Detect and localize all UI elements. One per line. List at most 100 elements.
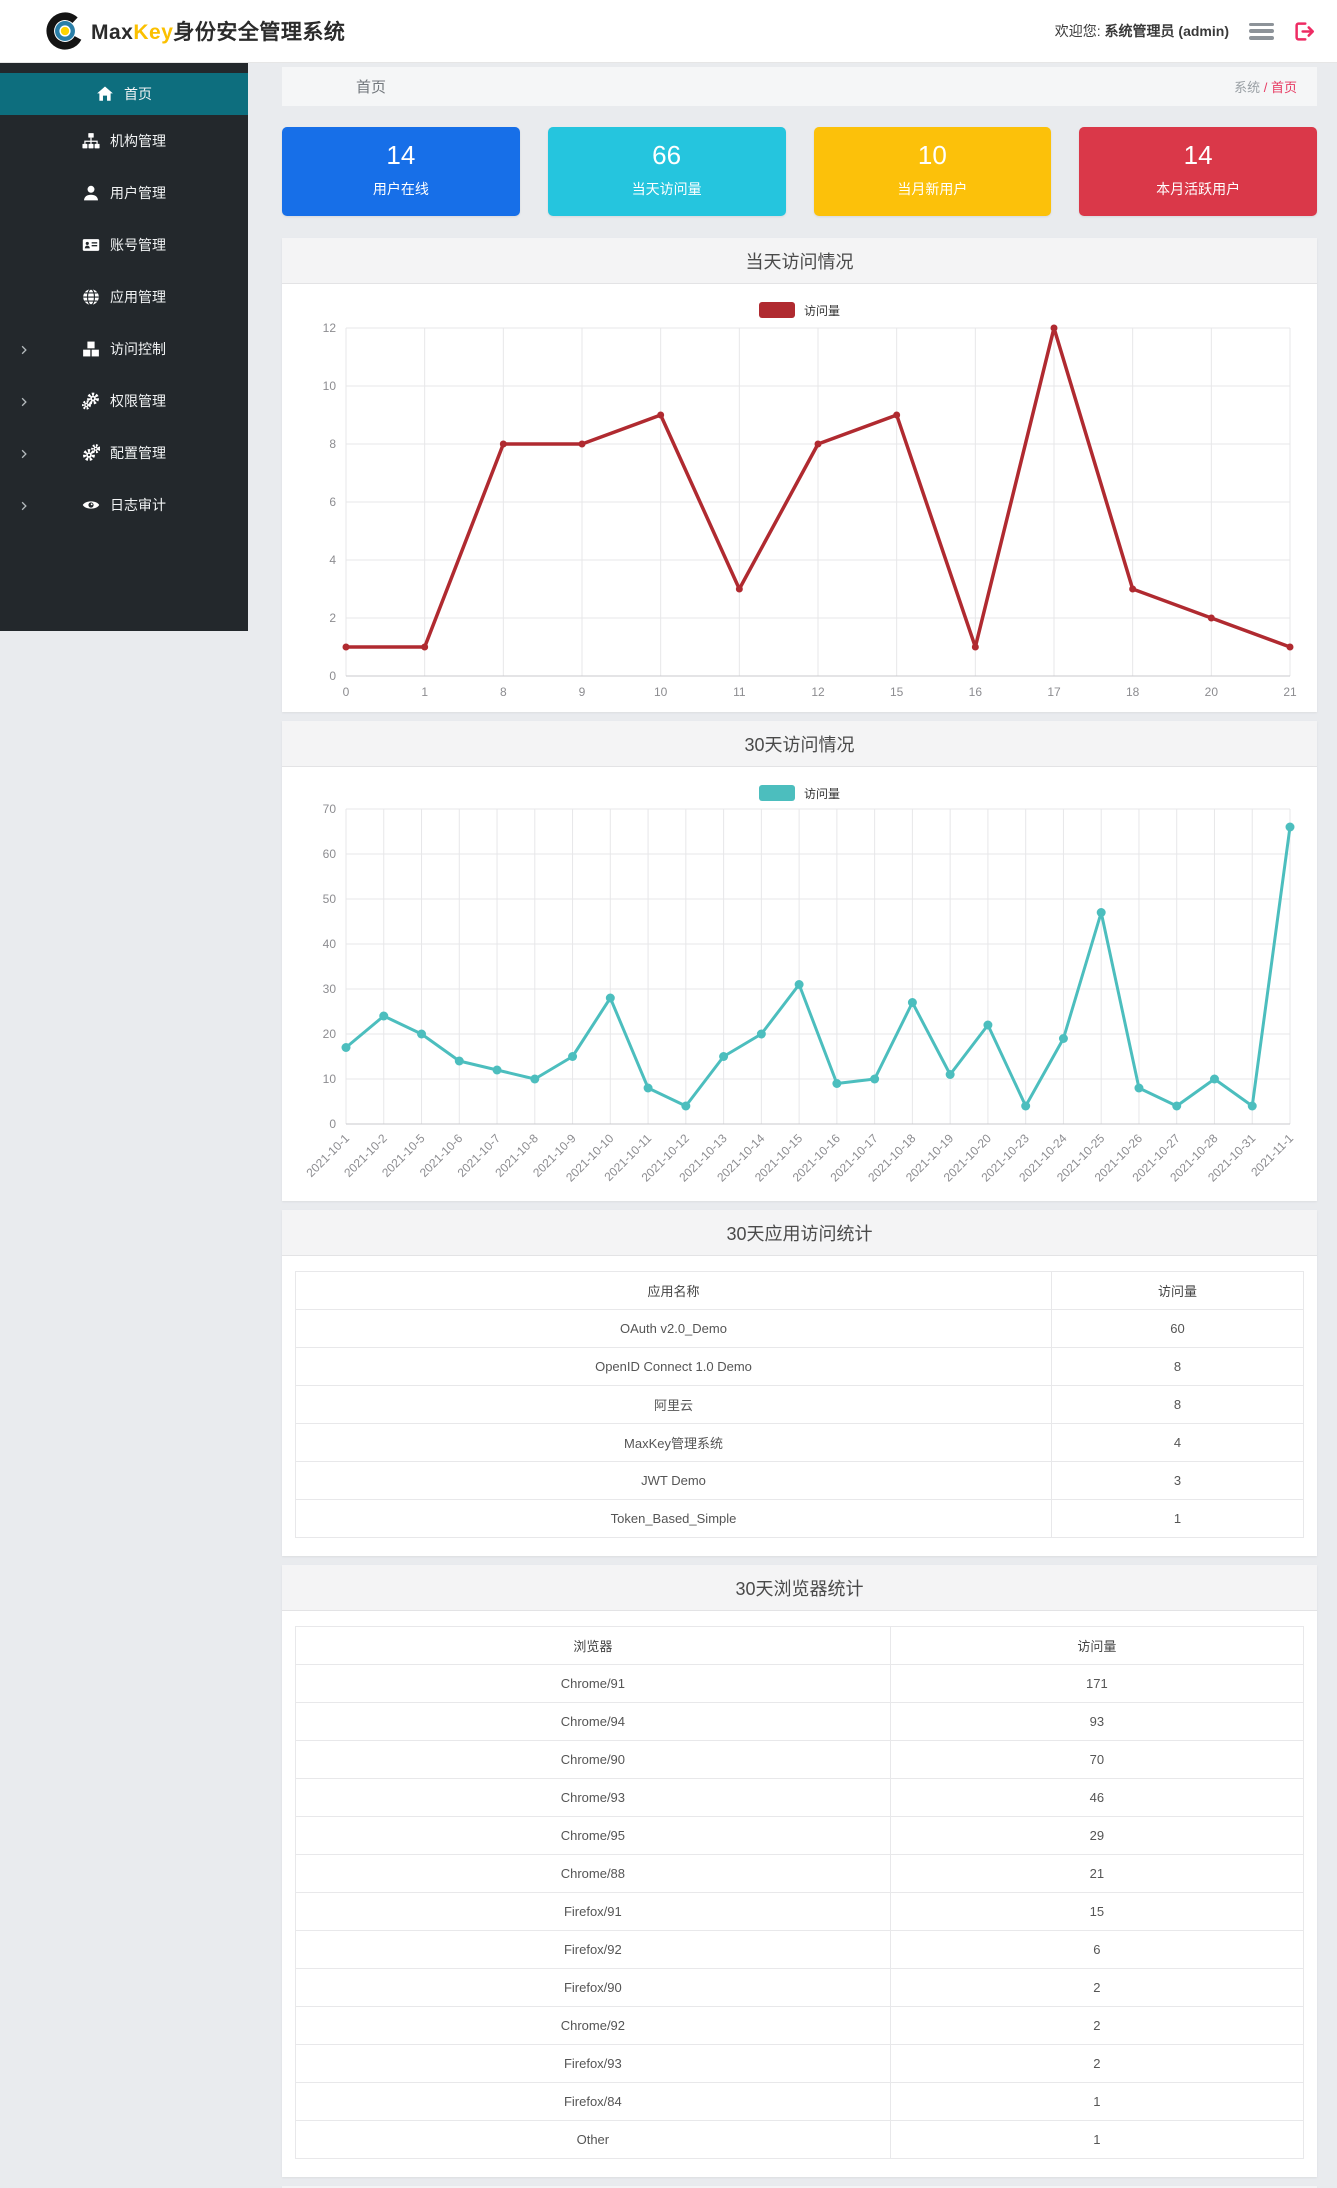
sidebar-item-label: 用户管理 bbox=[110, 185, 166, 201]
stat-card: 66 当天访问量 bbox=[547, 127, 786, 216]
svg-text:6: 6 bbox=[329, 495, 336, 509]
stat-card-value: 14 bbox=[386, 140, 416, 170]
table-cell: Chrome/94 bbox=[295, 1702, 891, 1741]
svg-text:10: 10 bbox=[654, 685, 668, 699]
table-cell: 15 bbox=[889, 1892, 1305, 1931]
stat-card-label: 本月活跃用户 bbox=[1156, 181, 1241, 197]
table-row: Chrome/95 29 bbox=[295, 1816, 1305, 1855]
stat-card: 10 当月新用户 bbox=[813, 127, 1052, 216]
panel-title: 30天应用访问统计 bbox=[282, 1210, 1317, 1256]
table-cell: OpenID Connect 1.0 Demo bbox=[295, 1347, 1052, 1386]
table-cell: Other bbox=[295, 2120, 891, 2159]
table-cell: Chrome/91 bbox=[295, 1664, 891, 1703]
table-cell: Chrome/92 bbox=[295, 2006, 891, 2045]
cubes-icon bbox=[82, 340, 100, 358]
chevron-right-icon bbox=[18, 395, 30, 407]
table-cell: 4 bbox=[1051, 1423, 1304, 1462]
table-cell: 8 bbox=[1051, 1385, 1304, 1424]
table-cell: 60 bbox=[1051, 1309, 1304, 1348]
sidebar-item-label: 应用管理 bbox=[110, 289, 166, 305]
table-cell: 1 bbox=[1051, 1499, 1304, 1538]
legend-swatch bbox=[758, 302, 795, 318]
table-row: Other 1 bbox=[295, 2120, 1305, 2159]
stat-cards-row: 14 用户在线 66 当天访问量 10 当月新用户 14 本月活跃用户 bbox=[282, 127, 1317, 216]
svg-text:17: 17 bbox=[1047, 685, 1061, 699]
sidebar-item-日志审计[interactable]: 日志审计 bbox=[0, 479, 248, 531]
sidebar-item-label: 日志审计 bbox=[110, 497, 166, 513]
table-cell: 阿里云 bbox=[295, 1385, 1052, 1424]
today-visits-line-chart: 0246810120 1 8 9 10 11 12 15 16 17 18 20 21 bbox=[323, 321, 1297, 699]
table-row: JWT Demo 3 bbox=[295, 1461, 1304, 1500]
table-cell: 93 bbox=[889, 1702, 1305, 1741]
maxkey-logo-icon bbox=[46, 12, 84, 50]
sidebar-item-权限管理[interactable]: 权限管理 bbox=[0, 375, 248, 427]
sidebar-item-应用管理[interactable]: 应用管理 bbox=[0, 271, 248, 323]
top-header: MaxKey身份安全管理系统 欢迎您: 系统管理员 (admin) bbox=[0, 0, 1337, 63]
sidebar-item-用户管理[interactable]: 用户管理 bbox=[0, 167, 248, 219]
sidebar-item-首页[interactable]: 首页 bbox=[0, 73, 248, 115]
svg-text:40: 40 bbox=[323, 937, 337, 951]
sidebar-item-机构管理[interactable]: 机构管理 bbox=[0, 115, 248, 167]
gears-icon bbox=[82, 444, 100, 462]
content-area: 首页 系统 / 首页 14 用户在线 66 当天访问量 10 当月新用户 14 … bbox=[248, 63, 1337, 2188]
menu-toggle-icon[interactable] bbox=[1249, 22, 1274, 40]
svg-text:16: 16 bbox=[969, 685, 983, 699]
svg-text:0: 0 bbox=[329, 669, 336, 683]
column-header: 访问量 bbox=[889, 1626, 1305, 1665]
page-title: 首页 bbox=[356, 79, 387, 96]
column-header: 访问量 bbox=[1051, 1271, 1304, 1310]
legend-label: 访问量 bbox=[803, 303, 840, 318]
app-logo[interactable]: MaxKey身份安全管理系统 bbox=[46, 12, 345, 50]
svg-text:70: 70 bbox=[323, 803, 337, 816]
table-row: Chrome/90 70 bbox=[295, 1740, 1305, 1779]
panel-30day-visits: 30天访问情况 访问量 0 10 20 30 40 50 60 70 2021-10-1 2021… bbox=[282, 721, 1317, 1201]
table-row: Firefox/84 1 bbox=[295, 2082, 1305, 2121]
table-cell: 1 bbox=[889, 2082, 1305, 2121]
stat-card-value: 66 bbox=[652, 140, 682, 170]
breadcrumb-root-link[interactable]: 系统 bbox=[1234, 80, 1260, 95]
app-title: MaxKey身份安全管理系统 bbox=[91, 21, 346, 44]
svg-text:10: 10 bbox=[323, 379, 337, 393]
svg-text:12: 12 bbox=[811, 685, 825, 699]
sidebar-item-账号管理[interactable]: 账号管理 bbox=[0, 219, 248, 271]
table-cell: 1 bbox=[889, 2120, 1305, 2159]
cogs-icon bbox=[82, 392, 100, 410]
panel-30day-app-stats: 30天应用访问统计 应用名称 访问量 OAuth v2.0_Demo 60 OpenID… bbox=[282, 1210, 1317, 1556]
sidebar-item-label: 权限管理 bbox=[110, 393, 166, 409]
id-card-icon bbox=[82, 236, 100, 254]
home-icon bbox=[96, 85, 114, 103]
table-cell: JWT Demo bbox=[295, 1461, 1052, 1500]
sidebar-menu: 首页 机构管理 用户管理 账号管理 应用管理 访问控制 权限管理 配置管理 日志… bbox=[0, 73, 248, 531]
panel-today-visits: 当天访问情况 访问量 0 2 4 6 8 10 12 0 1 8 9 10 11 12 15 16 17 18 20… bbox=[282, 238, 1317, 712]
svg-text:30: 30 bbox=[323, 982, 337, 996]
sidebar-item-访问控制[interactable]: 访问控制 bbox=[0, 323, 248, 375]
stat-card: 14 用户在线 bbox=[282, 127, 520, 216]
table-row: Chrome/88 21 bbox=[295, 1854, 1305, 1893]
chart-legend: 访问量 bbox=[282, 284, 1317, 320]
table-cell: Firefox/91 bbox=[295, 1892, 891, 1931]
svg-text:15: 15 bbox=[890, 685, 904, 699]
breadcrumb-current-link[interactable]: 首页 bbox=[1271, 80, 1297, 95]
svg-text:8: 8 bbox=[500, 685, 507, 699]
sidebar-item-label: 首页 bbox=[124, 86, 152, 102]
30day-visits-line-chart: 0102030405060702021-10-12021-10-22021-10… bbox=[304, 803, 1297, 1185]
sidebar: 首页 机构管理 用户管理 账号管理 应用管理 访问控制 权限管理 配置管理 日志… bbox=[0, 63, 248, 631]
svg-text:12: 12 bbox=[323, 321, 337, 335]
sidebar-item-配置管理[interactable]: 配置管理 bbox=[0, 427, 248, 479]
table-cell: OAuth v2.0_Demo bbox=[295, 1309, 1052, 1348]
browser-stats-table: 浏览器 访问量 Chrome/91 171 Chrome/94 93 Chrome/90 70… bbox=[295, 1626, 1305, 2159]
table-cell: 8 bbox=[1051, 1347, 1304, 1386]
table-row: Firefox/92 6 bbox=[295, 1930, 1305, 1969]
table-cell: Firefox/92 bbox=[295, 1930, 891, 1969]
table-row: Firefox/93 2 bbox=[295, 2044, 1305, 2083]
table-row: Chrome/92 2 bbox=[295, 2006, 1305, 2045]
svg-text:2: 2 bbox=[329, 611, 336, 625]
svg-text:0: 0 bbox=[343, 685, 350, 699]
svg-text:21: 21 bbox=[1283, 685, 1297, 699]
eye-icon bbox=[82, 496, 100, 514]
user-icon bbox=[82, 184, 100, 202]
table-cell: 171 bbox=[889, 1664, 1305, 1703]
logout-icon[interactable] bbox=[1294, 21, 1315, 42]
svg-text:18: 18 bbox=[1126, 685, 1140, 699]
column-header: 浏览器 bbox=[295, 1626, 891, 1665]
